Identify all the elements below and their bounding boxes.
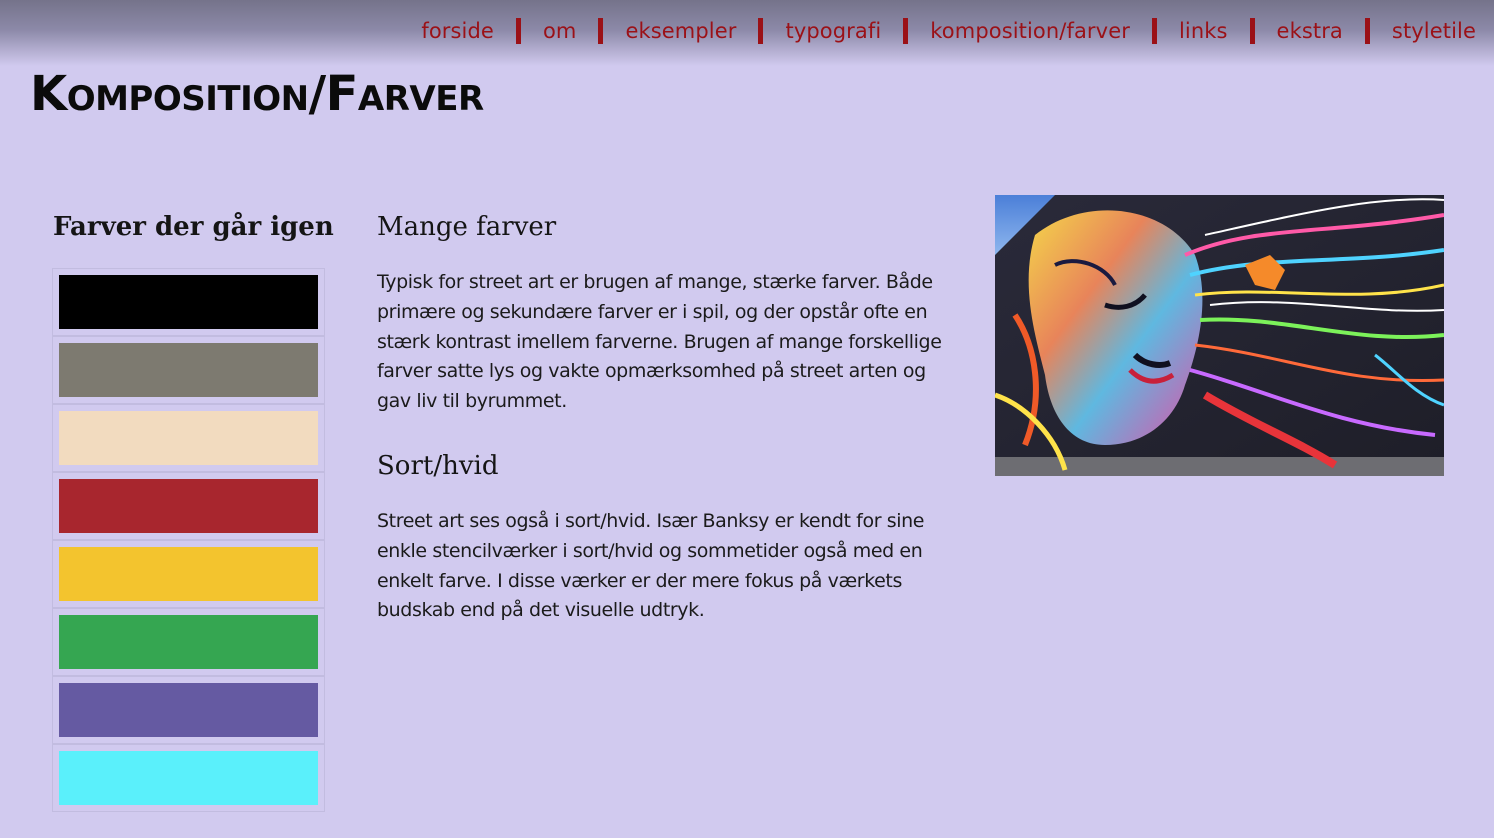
color-swatch-cell: [52, 336, 325, 404]
color-swatch: [59, 275, 318, 329]
color-swatch-cell: [52, 268, 325, 336]
nav-link-om[interactable]: om: [543, 19, 577, 43]
color-swatch-cell: [52, 472, 325, 540]
top-navigation-bar: forside om eksempler typografi kompositi…: [0, 0, 1494, 66]
section-heading-mange-farver: Mange farver: [377, 212, 557, 242]
nav-link-typografi[interactable]: typografi: [785, 19, 881, 43]
nav-separator: [1364, 18, 1370, 44]
street-art-image: [995, 195, 1444, 476]
section-heading-sort-hvid: Sort/hvid: [377, 450, 499, 481]
nav-separator: [1249, 18, 1255, 44]
nav-link-forside[interactable]: forside: [421, 19, 494, 43]
color-swatch: [59, 479, 318, 533]
nav-separator: [1151, 18, 1157, 44]
nav-link-eksempler[interactable]: eksempler: [625, 19, 736, 43]
nav-separator: [515, 18, 521, 44]
section-body-mange-farver: Typisk for street art er brugen af mange…: [377, 271, 942, 413]
palette-heading: Farver der går igen: [53, 212, 334, 242]
nav-separator: [758, 18, 764, 44]
color-swatch: [59, 411, 318, 465]
main-nav: forside om eksempler typografi kompositi…: [421, 18, 1476, 44]
color-swatch: [59, 683, 318, 737]
color-swatch: [59, 615, 318, 669]
nav-link-ekstra[interactable]: ekstra: [1277, 19, 1343, 43]
color-palette: [52, 268, 325, 812]
color-swatch: [59, 343, 318, 397]
color-swatch: [59, 547, 318, 601]
section-body-sort-hvid: Street art ses også i sort/hvid. Især Ba…: [377, 509, 925, 622]
nav-link-styletile[interactable]: styletile: [1392, 19, 1476, 43]
color-swatch: [59, 751, 318, 805]
nav-link-links[interactable]: links: [1179, 19, 1228, 43]
nav-separator: [598, 18, 604, 44]
color-swatch-cell: [52, 608, 325, 676]
color-swatch-cell: [52, 404, 325, 472]
color-swatch-cell: [52, 540, 325, 608]
nav-separator: [903, 18, 909, 44]
color-swatch-cell: [52, 744, 325, 812]
page-title: Komposition/Farver: [30, 66, 484, 122]
color-swatch-cell: [52, 676, 325, 744]
article: Mange farver Typisk for street art er br…: [377, 212, 957, 660]
nav-link-komposition-farver[interactable]: komposition/farver: [930, 19, 1130, 43]
